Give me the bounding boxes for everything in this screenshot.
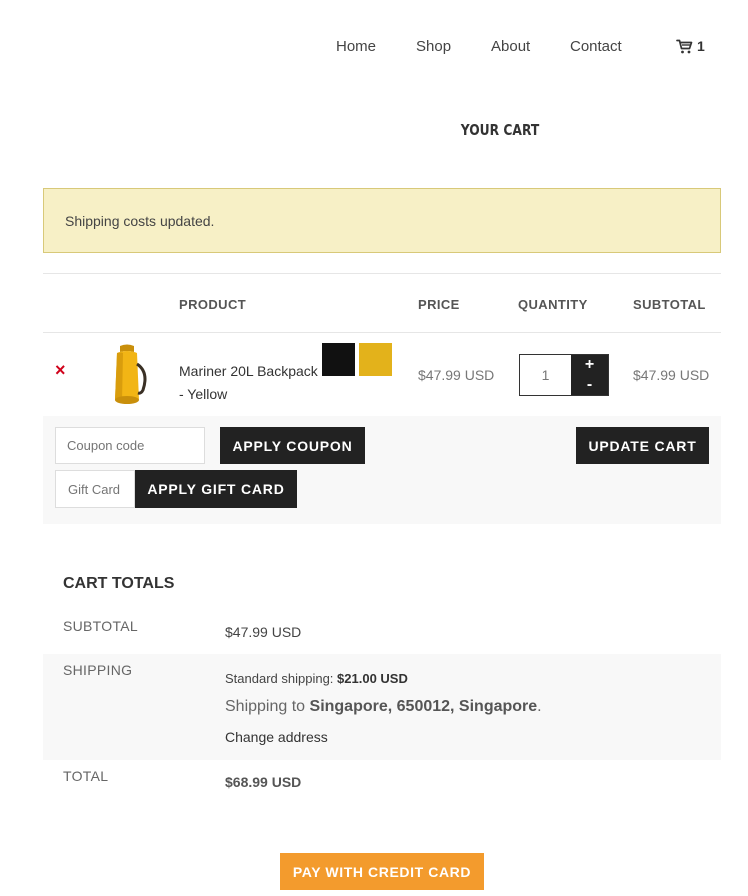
shipping-notice: Shipping costs updated. xyxy=(43,188,721,253)
quantity-decrease-button[interactable]: - xyxy=(571,375,608,395)
cart-icon xyxy=(676,39,693,53)
header-subtotal: SUBTOTAL xyxy=(633,297,706,312)
shipping-cost: $21.00 USD xyxy=(337,671,408,686)
cart-table-header: PRODUCT PRICE QUANTITY SUBTOTAL xyxy=(43,273,721,333)
pay-with-credit-card-button[interactable]: PAY WITH CREDIT CARD xyxy=(280,853,484,890)
color-swatch-yellow[interactable] xyxy=(359,343,392,376)
subtotal-label: SUBTOTAL xyxy=(63,618,139,634)
header-quantity: QUANTITY xyxy=(518,297,588,312)
cart-totals-title: CART TOTALS xyxy=(63,575,175,592)
cart-row: × Mariner 20L Backpack - Yellow $47.99 U… xyxy=(43,334,721,416)
subtotal-value: $47.99 USD xyxy=(225,624,302,640)
apply-gift-card-button[interactable]: APPLY GIFT CARD xyxy=(135,470,297,508)
page-title: YOUR CART xyxy=(460,121,540,139)
quantity-input[interactable] xyxy=(520,355,571,395)
nav-shop[interactable]: Shop xyxy=(416,38,451,55)
shipping-method: Standard shipping: $21.00 USD xyxy=(225,671,408,686)
shipping-destination: Shipping to Singapore, 650012, Singapore… xyxy=(225,698,542,715)
header-product: PRODUCT xyxy=(179,297,247,312)
product-name[interactable]: Mariner 20L Backpack - Yellow xyxy=(179,360,324,406)
totals-total-row: TOTAL $68.99 USD xyxy=(43,760,721,808)
nav-about[interactable]: About xyxy=(491,38,530,55)
totals-shipping-row: SHIPPING Standard shipping: $21.00 USD S… xyxy=(43,654,721,760)
color-swatch-black[interactable] xyxy=(322,343,355,376)
totals-subtotal-row: SUBTOTAL $47.99 USD xyxy=(43,606,721,654)
shipping-location: Singapore, 650012, Singapore xyxy=(309,698,538,715)
cart-actions: APPLY COUPON UPDATE CART APPLY GIFT CARD xyxy=(43,416,721,524)
shipping-label: SHIPPING xyxy=(63,662,133,678)
coupon-input[interactable] xyxy=(55,427,205,464)
item-subtotal: $47.99 USD xyxy=(633,367,710,383)
apply-coupon-button[interactable]: APPLY COUPON xyxy=(220,427,365,464)
total-value: $68.99 USD xyxy=(225,774,302,790)
header-price: PRICE xyxy=(418,297,460,312)
update-cart-button[interactable]: UPDATE CART xyxy=(576,427,709,464)
gift-card-input[interactable] xyxy=(55,470,135,508)
cart-link[interactable]: 1 xyxy=(676,38,705,54)
cart-count: 1 xyxy=(697,38,705,54)
quantity-increase-button[interactable]: + xyxy=(571,355,608,375)
item-price: $47.99 USD xyxy=(418,367,495,383)
product-thumbnail[interactable] xyxy=(103,342,151,408)
remove-item-icon[interactable]: × xyxy=(55,360,66,381)
change-address-link[interactable]: Change address xyxy=(225,729,328,745)
quantity-stepper: + - xyxy=(519,354,609,396)
total-label: TOTAL xyxy=(63,768,109,784)
nav-home[interactable]: Home xyxy=(336,38,376,55)
main-nav: Home Shop About Contact 1 xyxy=(0,0,748,92)
nav-contact[interactable]: Contact xyxy=(570,38,622,55)
